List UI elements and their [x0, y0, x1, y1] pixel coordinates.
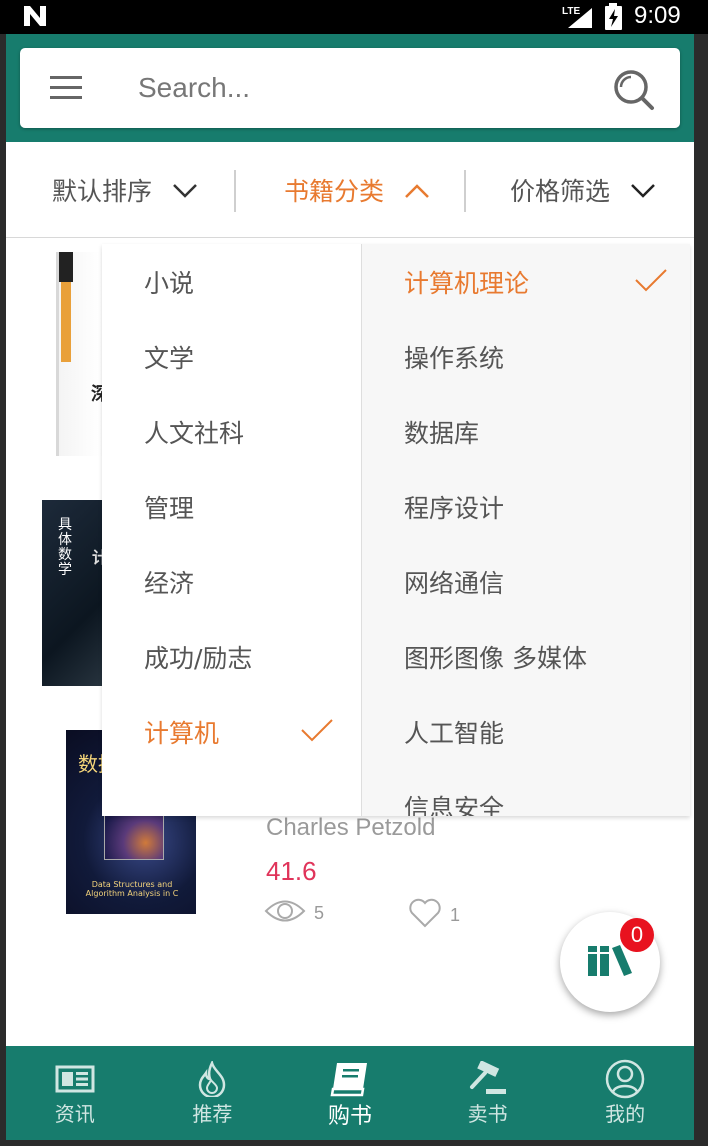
category-item-economics[interactable]: 经济 — [144, 544, 344, 619]
lte-signal-icon: LTE — [560, 4, 596, 34]
book-price: 41.6 — [266, 856, 317, 886]
subcategory-item-security[interactable]: 信息安全 — [404, 769, 674, 817]
cover-decoration — [59, 252, 73, 282]
subcategory-item-programming[interactable]: 程序设计 — [404, 469, 674, 544]
newspaper-icon — [55, 1060, 95, 1098]
subcategory-label: 程序设计 — [404, 493, 505, 523]
nav-label: 我的 — [605, 1102, 646, 1126]
battery-charging-icon — [604, 3, 624, 35]
app-screen: 默认排序 书籍分类 价格筛选 深 具体数学 计 — [6, 34, 694, 1140]
subcategory-label: 图形图像 多媒体 — [404, 643, 587, 673]
category-label: 管理 — [144, 493, 195, 523]
checkmark-icon — [634, 268, 668, 298]
search-bar — [20, 48, 680, 128]
category-label: 计算机 — [144, 718, 220, 748]
nav-item-recommend[interactable]: 推荐 — [144, 1046, 282, 1140]
book-author: Charles Petzold — [266, 814, 436, 841]
subcategory-item-cs-theory[interactable]: 计算机理论 — [404, 244, 674, 319]
bottom-navigation: 资讯 推荐 购书 卖书 我的 — [6, 1046, 694, 1140]
filter-tab-category[interactable]: 书籍分类 — [284, 142, 430, 238]
filter-tab-price[interactable]: 价格筛选 — [510, 142, 656, 238]
filter-tab-price-label: 价格筛选 — [510, 177, 611, 206]
filter-tab-sort-label: 默认排序 — [52, 177, 153, 206]
nav-label: 推荐 — [192, 1102, 233, 1126]
subcategory-label: 人工智能 — [404, 718, 505, 748]
nav-label: 卖书 — [467, 1102, 508, 1126]
chevron-up-icon — [404, 176, 430, 205]
view-count-value: 5 — [314, 903, 325, 923]
subcategory-item-ai[interactable]: 人工智能 — [404, 694, 674, 769]
category-item-novel[interactable]: 小说 — [144, 244, 344, 319]
nav-item-buy-books[interactable]: 购书 — [281, 1046, 419, 1140]
filter-divider — [464, 170, 466, 212]
cover-title: 具体数学 — [58, 517, 72, 578]
category-label: 经济 — [144, 568, 195, 598]
nav-label: 资讯 — [54, 1102, 95, 1126]
category-label: 成功/励志 — [144, 643, 253, 673]
filter-tab-sort[interactable]: 默认排序 — [52, 142, 198, 238]
view-count: 5 — [264, 898, 324, 929]
filter-tab-category-label: 书籍分类 — [284, 177, 385, 206]
subcategory-label: 计算机理论 — [404, 268, 530, 298]
status-bar: LTE 9:09 — [0, 0, 708, 34]
subcategory-item-os[interactable]: 操作系统 — [404, 319, 674, 394]
subcategory-item-database[interactable]: 数据库 — [404, 394, 674, 469]
search-input[interactable] — [138, 68, 578, 108]
subcategory-label: 操作系统 — [404, 343, 505, 373]
category-item-literature[interactable]: 文学 — [144, 319, 344, 394]
subcategory-item-graphics[interactable]: 图形图像 多媒体 — [404, 619, 674, 694]
nav-item-news[interactable]: 资讯 — [6, 1046, 144, 1140]
hamburger-menu-icon[interactable] — [50, 75, 84, 105]
nav-item-sell-books[interactable]: 卖书 — [419, 1046, 557, 1140]
filter-bar: 默认排序 书籍分类 价格筛选 — [6, 142, 694, 238]
background-edge — [0, 1140, 708, 1146]
flame-icon — [196, 1060, 228, 1098]
cover-subtitle: Data Structures and Algorithm Analysis i… — [85, 880, 179, 898]
like-count[interactable]: 1 — [408, 898, 460, 933]
chevron-down-icon — [172, 176, 198, 205]
subcategory-label: 数据库 — [404, 418, 480, 448]
svg-text:LTE: LTE — [562, 6, 580, 17]
subcategory-label: 信息安全 — [404, 793, 505, 817]
heart-icon — [408, 898, 442, 933]
subcategory-label: 网络通信 — [404, 568, 505, 598]
category-label: 人文社科 — [144, 418, 245, 448]
notification-n-icon — [22, 4, 48, 32]
toolbar — [6, 34, 694, 142]
category-item-humanities[interactable]: 人文社科 — [144, 394, 344, 469]
filter-divider — [234, 170, 236, 212]
category-dropdown: 小说 文学 人文社科 管理 经济 成功/励志 计算机 计算机理论 操作系统 数据… — [102, 244, 690, 816]
book-icon — [329, 1060, 371, 1098]
chevron-down-icon — [630, 176, 656, 205]
search-icon[interactable] — [612, 68, 656, 116]
nav-label: 购书 — [327, 1104, 372, 1129]
cover-decoration — [61, 282, 71, 362]
subcategory-item-networking[interactable]: 网络通信 — [404, 544, 674, 619]
category-label: 小说 — [144, 268, 195, 298]
user-icon — [605, 1059, 645, 1099]
background-edge — [694, 34, 708, 1140]
cart-count-badge: 0 — [620, 918, 654, 952]
category-item-management[interactable]: 管理 — [144, 469, 344, 544]
category-item-computer[interactable]: 计算机 — [144, 694, 344, 769]
category-label: 文学 — [144, 343, 195, 373]
secondary-category-list: 计算机理论 操作系统 数据库 程序设计 网络通信 图形图像 多媒体 人工智能 信… — [362, 244, 690, 816]
nav-item-profile[interactable]: 我的 — [556, 1046, 694, 1140]
eye-icon — [264, 898, 306, 929]
gavel-icon — [468, 1060, 508, 1098]
status-time: 9:09 — [634, 2, 681, 29]
checkmark-icon — [300, 718, 334, 748]
like-count-value: 1 — [450, 905, 461, 925]
category-item-success[interactable]: 成功/励志 — [144, 619, 344, 694]
primary-category-list: 小说 文学 人文社科 管理 经济 成功/励志 计算机 — [102, 244, 362, 816]
